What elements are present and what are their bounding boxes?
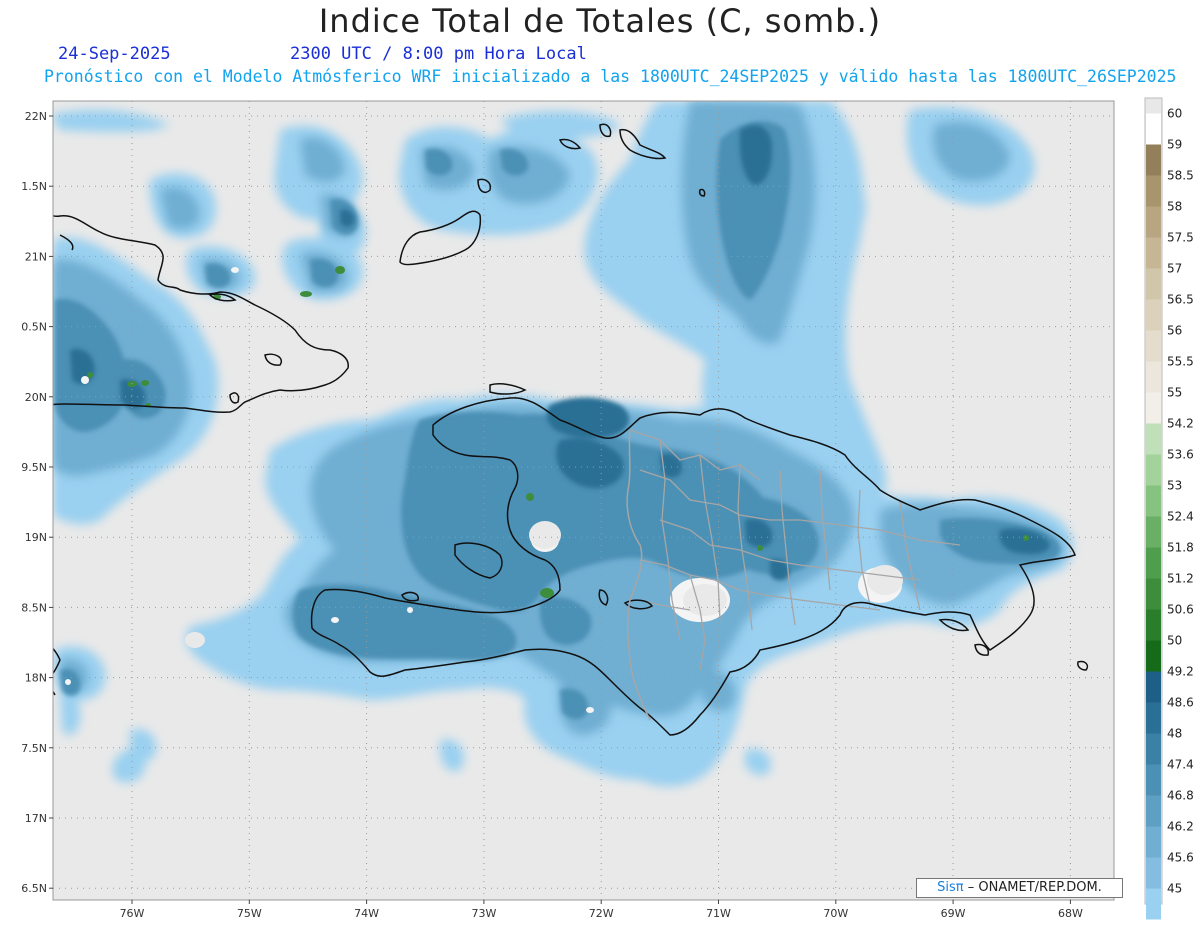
colorbar-label: 57 [1167, 262, 1182, 276]
lat-label: 9.5N [21, 461, 47, 474]
colorbar-swatch [1146, 733, 1161, 765]
colorbar-swatch [1146, 609, 1161, 641]
lon-label: 68W [1058, 907, 1083, 920]
colorbar-label: 49.2 [1167, 665, 1194, 679]
colorbar-swatch [1146, 175, 1161, 207]
colorbar-label: 45.6 [1167, 851, 1194, 865]
lon-label: 71W [706, 907, 731, 920]
colorbar-label: 56 [1167, 324, 1182, 338]
colorbar-swatch [1146, 299, 1161, 331]
colorbar-label: 51.2 [1167, 572, 1194, 586]
credit-brand: Sisπ [937, 880, 964, 895]
colorbar-label: 58.5 [1167, 169, 1194, 183]
colorbar-swatch [1146, 764, 1161, 796]
colorbar-label: 45 [1167, 882, 1182, 896]
colorbar-swatch [1146, 826, 1161, 858]
colorbar-swatch [1146, 640, 1161, 672]
colorbar-label: 47.4 [1167, 758, 1194, 772]
latitude-ticks: 22N 1.5N 21N 0.5N 20N 9.5N 19N 8.5N 18N 7.5N 17N 6.… [21, 110, 53, 895]
lon-label: 74W [354, 907, 379, 920]
colorbar-swatch [1146, 702, 1161, 734]
colorbar-swatch [1146, 547, 1161, 579]
credit-org: – ONAMET/REP.DOM. [967, 880, 1102, 895]
colorbar-swatch [1146, 392, 1161, 424]
colorbar-swatch [1146, 671, 1161, 703]
lat-label: 20N [25, 391, 47, 404]
colorbar-label: 55.5 [1167, 355, 1194, 369]
colorbar-swatch [1146, 237, 1161, 269]
lat-label: 1.5N [21, 180, 47, 193]
colorbar-swatch [1146, 113, 1161, 145]
lat-label: 21N [25, 250, 47, 263]
colorbar-swatch [1146, 423, 1161, 455]
colorbar: 60 59 58.5 58 57.5 57 56.5 56 55.5 55 54.2 53.6 53 52… [1144, 97, 1194, 920]
colorbar-swatch [1146, 795, 1161, 827]
credit-box: Sisπ – ONAMET/REP.DOM. [916, 878, 1123, 898]
lon-label: 69W [941, 907, 966, 920]
colorbar-swatch [1146, 206, 1161, 238]
colorbar-swatch [1146, 578, 1161, 610]
lon-label: 75W [237, 907, 262, 920]
colorbar-label: 55 [1167, 386, 1182, 400]
lon-label: 70W [823, 907, 848, 920]
colorbar-label: 53.6 [1167, 448, 1194, 462]
colorbar-swatch [1146, 857, 1161, 889]
lat-label: 7.5N [21, 742, 47, 755]
colorbar-swatch [1146, 144, 1161, 176]
colorbar-label: 52.4 [1167, 510, 1194, 524]
lat-label: 22N [25, 110, 47, 123]
lon-label: 73W [471, 907, 496, 920]
lat-label: 19N [25, 531, 47, 544]
colorbar-swatch [1146, 268, 1161, 300]
longitude-ticks: 76W 75W 74W 73W 72W 71W 70W 69W 68W [120, 900, 1083, 920]
colorbar-label: 59 [1167, 138, 1182, 152]
colorbar-swatch [1146, 454, 1161, 486]
lon-label: 72W [589, 907, 614, 920]
colorbar-swatch [1146, 361, 1161, 393]
colorbar-swatch [1146, 888, 1161, 920]
colorbar-label: 50.6 [1167, 603, 1194, 617]
colorbar-swatch [1146, 485, 1161, 517]
colorbar-label: 51.8 [1167, 541, 1194, 555]
colorbar-label: 50 [1167, 634, 1182, 648]
colorbar-label: 54.2 [1167, 417, 1194, 431]
lat-label: 0.5N [21, 321, 47, 334]
colorbar-label: 60 [1167, 107, 1182, 121]
colorbar-label: 46.2 [1167, 820, 1194, 834]
colorbar-swatch [1146, 516, 1161, 548]
lat-label: 17N [25, 812, 47, 825]
colorbar-label: 48 [1167, 727, 1182, 741]
lat-label: 8.5N [21, 601, 47, 614]
lat-label: 18N [25, 672, 47, 685]
colorbar-label: 58 [1167, 200, 1182, 214]
colorbar-label: 57.5 [1167, 231, 1194, 245]
colorbar-label: 53 [1167, 479, 1182, 493]
colorbar-label: 56.5 [1167, 293, 1194, 307]
colorbar-swatch [1146, 330, 1161, 362]
lon-label: 76W [120, 907, 145, 920]
colorbar-label: 46.8 [1167, 789, 1194, 803]
colorbar-label: 48.6 [1167, 696, 1194, 710]
lat-label: 6.5N [21, 882, 47, 895]
forecast-map: 76W 75W 74W 73W 72W 71W 70W 69W 68W 22N 1.5N 21N 0.… [21, 97, 1194, 920]
